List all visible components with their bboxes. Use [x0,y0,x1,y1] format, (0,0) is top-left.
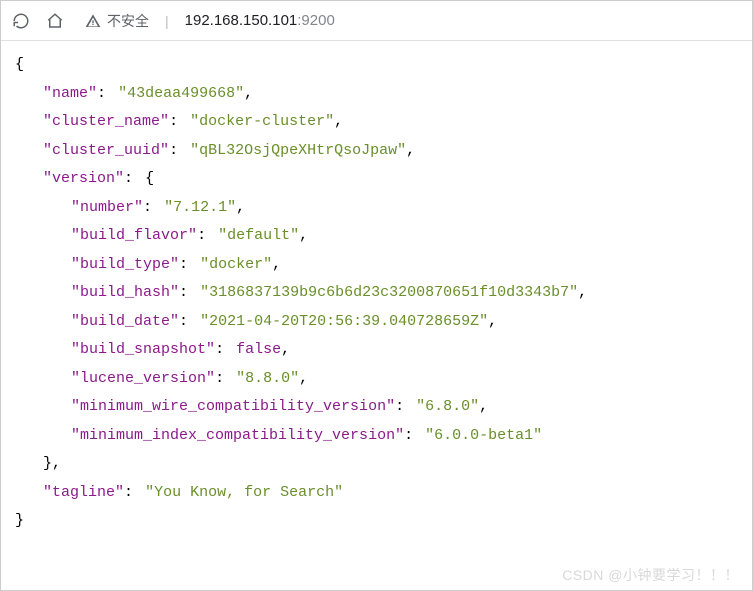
home-button[interactable] [45,11,65,31]
url-port: :9200 [297,12,335,29]
browser-toolbar: 不安全 | 192.168.150.101:9200 [1,1,752,41]
url-divider: | [165,13,169,29]
response-body: { name: 43deaa499668, cluster_name: dock… [1,41,752,590]
browser-window: 不安全 | 192.168.150.101:9200 { name: 43dea… [0,0,753,591]
url-display[interactable]: 192.168.150.101:9200 [185,12,335,30]
reload-button[interactable] [11,11,31,31]
warning-icon [85,13,101,29]
security-indicator[interactable]: 不安全 [85,11,149,31]
url-host: 192.168.150.101 [185,12,298,29]
security-label: 不安全 [107,11,149,31]
